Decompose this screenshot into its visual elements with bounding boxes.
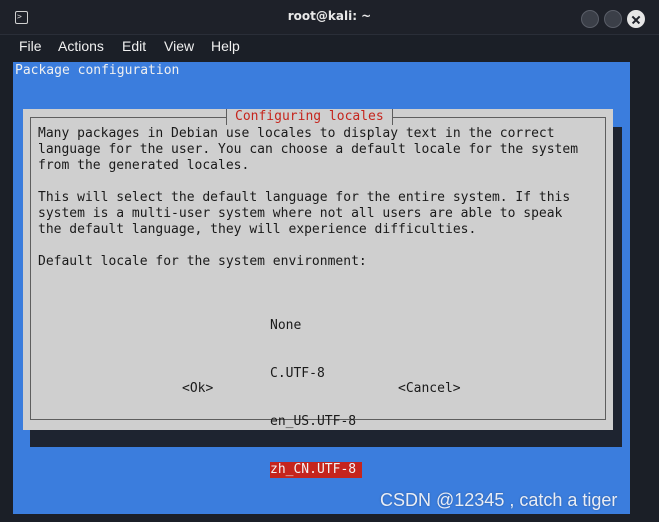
- menu-bar: File Actions Edit View Help: [0, 35, 659, 61]
- locale-options-list: None C.UTF-8 en_US.UTF-8 zh_CN.UTF-8: [270, 286, 363, 510]
- menu-view[interactable]: View: [164, 38, 194, 54]
- package-configuration-header: Package configuration: [15, 63, 180, 78]
- menu-help[interactable]: Help: [211, 38, 240, 54]
- locale-option-none[interactable]: None: [270, 318, 362, 334]
- locale-dialog: Configuring locales Many packages in Deb…: [23, 109, 613, 478]
- locale-option-c-utf8[interactable]: C.UTF-8: [270, 366, 362, 382]
- locale-option-zh-cn-utf8-selected[interactable]: zh_CN.UTF-8: [270, 462, 363, 478]
- menu-actions[interactable]: Actions: [58, 38, 104, 54]
- locale-option-en-us-utf8[interactable]: en_US.UTF-8: [270, 414, 362, 430]
- menu-file[interactable]: File: [19, 38, 42, 54]
- close-button[interactable]: [627, 10, 645, 28]
- terminal-scrollbar[interactable]: [631, 62, 641, 514]
- menu-edit[interactable]: Edit: [122, 38, 146, 54]
- cancel-button[interactable]: <Cancel>: [398, 381, 461, 397]
- terminal-screen[interactable]: Package configuration Configuring locale…: [13, 62, 630, 514]
- dialog-body-text: Many packages in Debian use locales to d…: [38, 126, 579, 269]
- window-title: root@kali: ~: [287, 9, 372, 23]
- dialog-title: Configuring locales: [226, 109, 393, 125]
- watermark: CSDN @12345 , catch a tiger: [380, 490, 618, 510]
- maximize-button[interactable]: [604, 10, 622, 28]
- window-titlebar: > root@kali: ~: [0, 0, 659, 35]
- ok-button[interactable]: <Ok>: [182, 381, 213, 397]
- minimize-button[interactable]: [581, 10, 599, 28]
